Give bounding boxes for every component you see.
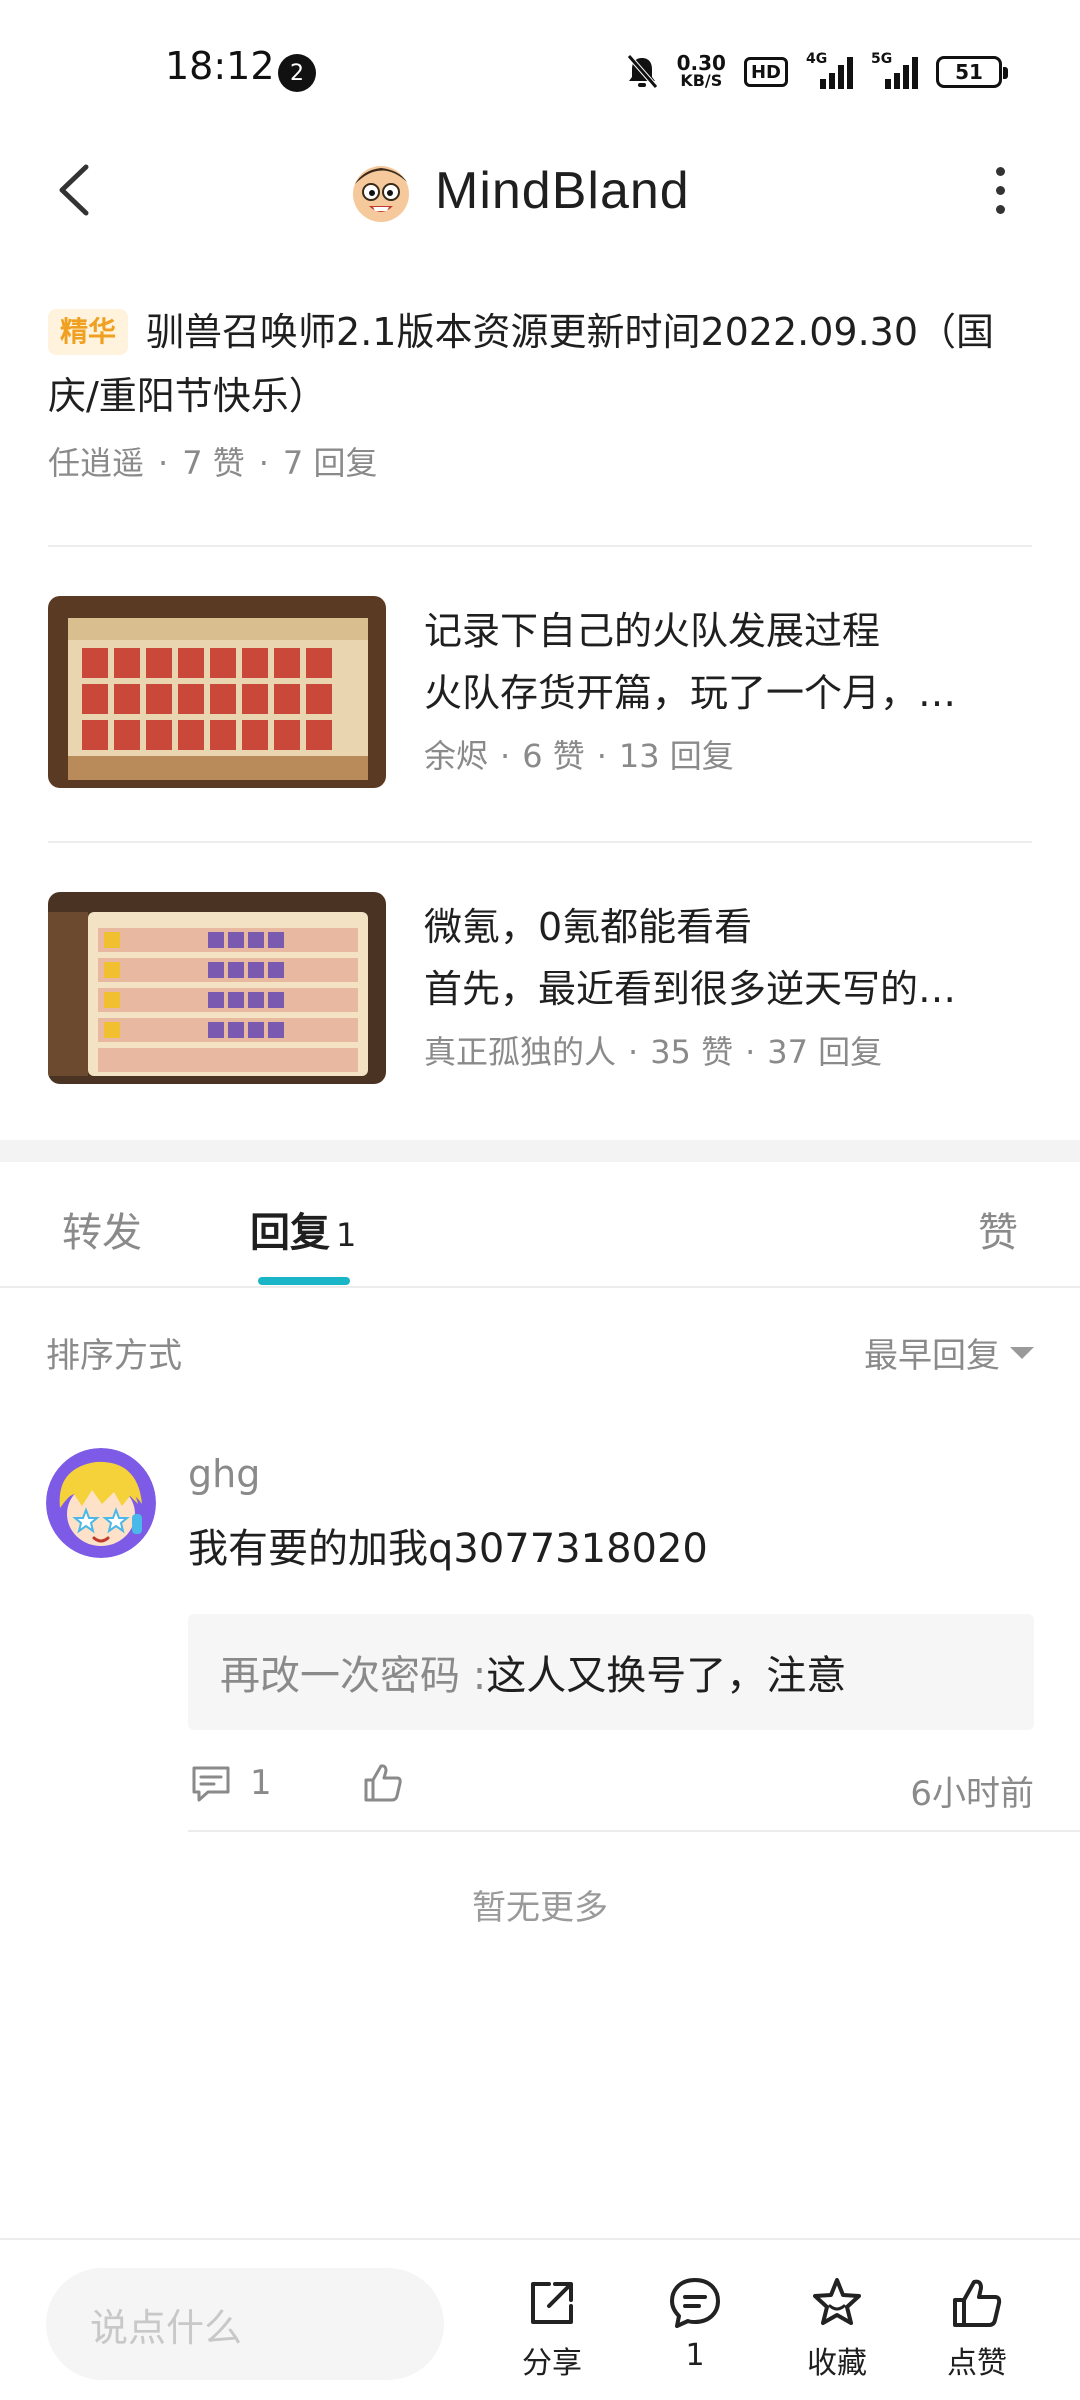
post-meta: 真正孤独的人 · 35 赞 · 37 回复 <box>424 1033 883 1071</box>
interaction-tabs: 转发 回复 1 赞 <box>0 1162 1080 1288</box>
more-vertical-icon <box>995 166 1005 176</box>
share-button[interactable]: 分享 <box>497 2274 607 2382</box>
thumbs-up-icon <box>364 1764 402 1802</box>
post-replies: 7 回复 <box>282 444 378 482</box>
nested-reply[interactable]: 再改一次密码 : 这人又换号了，注意 <box>188 1614 1034 1730</box>
battery-icon: 51 <box>936 56 1008 88</box>
forum-title-group[interactable]: MindBland <box>345 154 690 228</box>
comment-username[interactable]: ghg <box>188 1448 1034 1500</box>
no-more-indicator: 暂无更多 <box>472 1888 608 1928</box>
tab-like[interactable]: 赞 <box>978 1200 1018 1258</box>
signal-sim1-icon: 4G <box>806 51 853 89</box>
post-author: 真正孤独的人 <box>424 1033 617 1071</box>
notification-count-badge: 2 <box>278 54 316 92</box>
post-text: 微氪，0氪都能看看 首先，最近看到很多逆天写的… 真正孤独的人 · 35 赞 · 37 … <box>424 896 1032 1080</box>
share-label: 分享 <box>522 2346 582 2381</box>
status-bar: 18:12 2 0.30 KB/S HD 4G 5G 51 <box>0 0 1080 140</box>
forum-logo-icon <box>353 166 409 222</box>
featured-post-meta: 任逍遥 · 7 赞 · 7 回复 <box>48 444 378 482</box>
essence-badge: 精华 <box>48 309 129 355</box>
post-author: 任逍遥 <box>48 444 145 482</box>
sort-label: 排序方式 <box>46 1336 182 1376</box>
divider <box>188 1830 1080 1832</box>
sort-dropdown[interactable]: 最早回复 <box>864 1328 1034 1377</box>
post-likes: 7 赞 <box>182 444 245 482</box>
sim1-network-tag: 4G <box>806 51 828 67</box>
favorite-button[interactable]: 收藏 <box>782 2274 892 2382</box>
post-likes: 35 赞 <box>650 1033 734 1071</box>
avatar[interactable] <box>46 1448 156 1558</box>
post-thumbnail <box>48 596 386 788</box>
thumbs-up-icon <box>953 2279 1002 2327</box>
net-speed-value: 0.30 <box>676 51 726 75</box>
net-speed-unit: KB/S <box>680 71 723 90</box>
sort-selected: 最早回复 <box>864 1336 1000 1376</box>
comment-icon <box>192 1766 230 1802</box>
back-button[interactable] <box>44 160 104 220</box>
post-replies: 37 回复 <box>767 1033 883 1071</box>
share-icon <box>531 2282 573 2324</box>
nested-reply-user: 再改一次密码 : <box>220 1653 487 1699</box>
section-separator <box>0 1140 1080 1162</box>
forum-title: MindBland <box>435 162 690 220</box>
post-excerpt: 火队存货开篇，玩了一个月，… <box>424 671 957 715</box>
comment-actions: 1 6小时前 <box>188 1760 1034 1820</box>
like-button[interactable] <box>360 1760 406 1810</box>
mute-bell-icon <box>626 54 658 89</box>
post-title: 记录下自己的火队发展过程 <box>424 609 881 653</box>
active-tab-indicator <box>258 1277 350 1285</box>
post-replies: 13 回复 <box>618 737 734 775</box>
post-excerpt: 首先，最近看到很多逆天写的… <box>424 967 957 1011</box>
comments-button[interactable]: 1 <box>640 2274 750 2373</box>
divider <box>48 545 1032 547</box>
more-options-button[interactable] <box>980 160 1020 220</box>
post-text: 记录下自己的火队发展过程 火队存货开篇，玩了一个月，… 余烬 · 6 赞 · 13 回复 <box>424 600 1032 784</box>
favorite-label: 收藏 <box>807 2346 867 2381</box>
post-author: 余烬 <box>424 737 489 775</box>
net-speed: 0.30 KB/S <box>676 51 726 90</box>
post-thumbnail <box>48 892 386 1084</box>
sort-row: 排序方式 最早回复 <box>46 1320 1034 1380</box>
reply-count: 1 <box>250 1763 272 1803</box>
like-post-button[interactable]: 点赞 <box>922 2274 1032 2382</box>
hd-voice-badge: HD <box>743 57 788 87</box>
nested-reply-text: 这人又换号了，注意 <box>486 1653 847 1699</box>
post-likes: 6 赞 <box>522 737 585 775</box>
divider <box>48 841 1032 843</box>
featured-post-title-line: 精华 驯兽召唤师2.1版本资源更新时间2022.09.30（国庆/重阳节快乐） <box>48 300 1032 428</box>
signal-sim2-icon: 5G <box>871 51 918 89</box>
tab-reply-label: 回复 <box>250 1210 330 1256</box>
like-label: 点赞 <box>947 2346 1007 2381</box>
post-meta: 余烬 · 6 赞 · 13 回复 <box>424 737 734 775</box>
tab-reply[interactable]: 回复 1 <box>250 1200 356 1258</box>
comment-body: ghg 我有要的加我q3077318020 再改一次密码 : 这人又换号了，注意… <box>188 1448 1034 1820</box>
star-icon <box>813 2278 861 2325</box>
comments-count: 1 <box>685 2338 705 2373</box>
chat-bubble-icon <box>670 2278 720 2328</box>
related-post[interactable]: 记录下自己的火队发展过程 火队存货开篇，玩了一个月，… 余烬 · 6 赞 · 13 回复 <box>48 596 1032 788</box>
comment-input[interactable]: 说点什么 <box>46 2268 444 2380</box>
back-arrow-icon <box>59 164 89 216</box>
status-icons: 0.30 KB/S HD 4G 5G 51 <box>625 50 1008 94</box>
status-time: 18:12 <box>165 44 275 88</box>
comment-text: 我有要的加我q3077318020 <box>188 1526 708 1572</box>
reply-button[interactable]: 1 <box>188 1760 272 1806</box>
comment-time: 6小时前 <box>910 1774 1034 1814</box>
battery-level: 51 <box>955 60 983 84</box>
bottom-action-bar: 说点什么 分享 1 收藏 点赞 <box>0 2238 1080 2400</box>
top-app-bar: MindBland <box>0 140 1080 240</box>
featured-post[interactable]: 精华 驯兽召唤师2.1版本资源更新时间2022.09.30（国庆/重阳节快乐） 任… <box>48 300 1032 484</box>
caret-down-icon <box>1010 1346 1034 1359</box>
tab-repost[interactable]: 转发 <box>62 1200 142 1258</box>
post-title: 微氪，0氪都能看看 <box>424 905 753 949</box>
featured-post-title: 驯兽召唤师2.1版本资源更新时间2022.09.30（国庆/重阳节快乐） <box>48 310 995 418</box>
tab-reply-count: 1 <box>336 1216 357 1254</box>
sim2-network-tag: 5G <box>871 51 893 67</box>
related-post[interactable]: 微氪，0氪都能看看 首先，最近看到很多逆天写的… 真正孤独的人 · 35 赞 · 37 … <box>48 892 1032 1084</box>
